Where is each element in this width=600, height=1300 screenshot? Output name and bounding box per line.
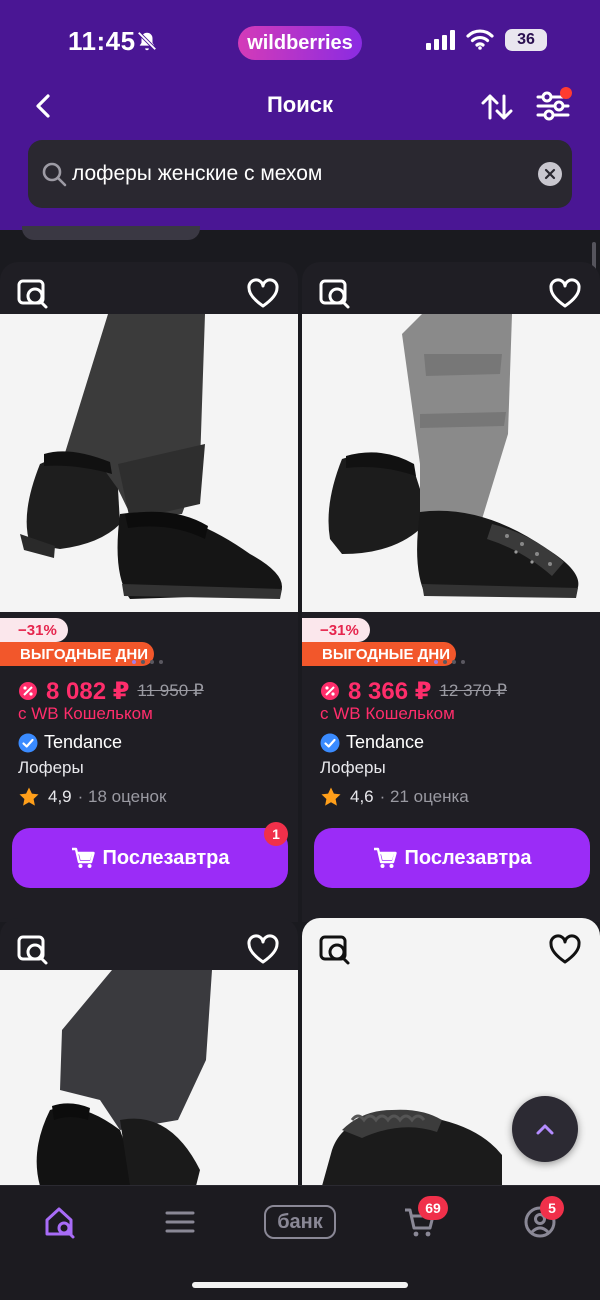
- product-photo[interactable]: [0, 970, 298, 1186]
- product-name: Лоферы: [18, 758, 84, 777]
- product-photo[interactable]: [0, 314, 298, 612]
- heart-icon[interactable]: [246, 278, 280, 310]
- rating-value: 4,6: [350, 787, 374, 806]
- app-header: 11:45 wildberries 36 Поиск: [0, 0, 600, 230]
- search-icon: [42, 162, 67, 187]
- price-row: 8 082 ₽ 11 950 ₽: [18, 676, 204, 706]
- old-price: 11 950 ₽: [137, 681, 204, 700]
- promo-badge: ВЫГОДНЫЕ ДНИ: [0, 642, 154, 666]
- bank-icon: банк: [264, 1205, 336, 1239]
- wallet-discount-icon: [19, 682, 37, 700]
- filter-chip[interactable]: [22, 226, 200, 240]
- verified-icon: [320, 733, 340, 752]
- wallet-note: с WB Кошельком: [320, 704, 455, 723]
- tab-home[interactable]: [30, 1200, 90, 1244]
- chevron-up-icon: [536, 1124, 554, 1135]
- cellular-signal-icon: [426, 30, 455, 50]
- product-photo[interactable]: [302, 314, 600, 612]
- rating-value: 4,9: [48, 787, 72, 806]
- profile-badge: 5: [540, 1196, 564, 1220]
- filter-active-dot: [560, 87, 572, 99]
- sort-icon[interactable]: [480, 90, 514, 124]
- status-time: 11:45: [68, 26, 136, 56]
- image-pager-dots: [434, 660, 474, 668]
- cart-count-badge: 1: [264, 822, 288, 846]
- product-card[interactable]: −31% ВЫГОДНЫЕ ДНИ 8 366 ₽ 12 370 ₽ с WB …: [302, 262, 600, 922]
- shoe-photo-graphic: [0, 970, 298, 1186]
- verified-icon: [18, 733, 38, 752]
- cart-icon: [71, 847, 95, 868]
- status-bar: 11:45 wildberries 36: [0, 0, 600, 84]
- brand-name: Tendance: [44, 732, 123, 752]
- tab-bank[interactable]: банк: [264, 1200, 336, 1244]
- tab-catalog[interactable]: [150, 1200, 210, 1244]
- product-card[interactable]: [0, 918, 298, 1186]
- rating-row: 4,6 · 21 оценка: [320, 786, 469, 808]
- shoe-photo-graphic: [302, 314, 600, 612]
- brand-row[interactable]: Tendance: [320, 732, 424, 753]
- heart-icon[interactable]: [548, 278, 582, 310]
- discount-badge: −31%: [0, 618, 68, 642]
- product-card[interactable]: −31% ВЫГОДНЫЕ ДНИ 8 082 ₽ 11 950 ₽ с WB …: [0, 262, 298, 922]
- delivery-label: Послезавтра: [404, 846, 532, 869]
- wallet-discount-icon: [321, 682, 339, 700]
- current-price: 8 082 ₽: [46, 677, 130, 705]
- cart-count-badge: 69: [418, 1196, 448, 1220]
- image-search-icon[interactable]: [16, 278, 50, 310]
- battery-icon: 36: [505, 29, 547, 51]
- delivery-label: Послезавтра: [102, 846, 230, 869]
- discount-badge: −31%: [302, 618, 370, 642]
- image-pager-dots: [132, 660, 172, 668]
- close-icon: [544, 168, 556, 180]
- promo-badge: ВЫГОДНЫЕ ДНИ: [302, 642, 456, 666]
- price-row: 8 366 ₽ 12 370 ₽: [320, 676, 507, 706]
- brand-logo: wildberries: [238, 26, 362, 60]
- shoe-photo-graphic: [0, 314, 298, 612]
- nav-row: Поиск: [0, 84, 600, 128]
- current-price: 8 366 ₽: [348, 677, 432, 705]
- review-count: · 18 оценок: [77, 787, 167, 806]
- review-count: · 21 оценка: [379, 787, 469, 806]
- brand-name: Tendance: [346, 732, 425, 752]
- rating-row: 4,9 · 18 оценок: [18, 786, 166, 808]
- wallet-note: с WB Кошельком: [18, 704, 153, 723]
- heart-icon[interactable]: [246, 934, 280, 966]
- add-to-cart-button[interactable]: Послезавтра: [12, 828, 288, 888]
- bell-off-icon: [137, 31, 157, 51]
- image-search-icon[interactable]: [16, 934, 50, 966]
- wifi-icon: [466, 29, 494, 50]
- search-bar[interactable]: [28, 140, 572, 208]
- add-to-cart-button[interactable]: Послезавтра: [314, 828, 590, 888]
- search-input[interactable]: [72, 154, 512, 194]
- clear-search-button[interactable]: [538, 162, 562, 186]
- home-indicator: [192, 1282, 408, 1288]
- image-search-icon[interactable]: [318, 934, 352, 966]
- old-price: 12 370 ₽: [439, 681, 507, 700]
- menu-icon: [165, 1211, 195, 1233]
- cart-icon: [373, 847, 397, 868]
- product-name: Лоферы: [320, 758, 386, 777]
- brand-row[interactable]: Tendance: [18, 732, 122, 753]
- image-search-icon[interactable]: [318, 278, 352, 310]
- scroll-to-top-button[interactable]: [512, 1096, 578, 1162]
- home-search-icon: [45, 1207, 75, 1239]
- star-icon: [19, 787, 39, 806]
- heart-icon[interactable]: [548, 934, 582, 966]
- star-icon: [321, 787, 341, 806]
